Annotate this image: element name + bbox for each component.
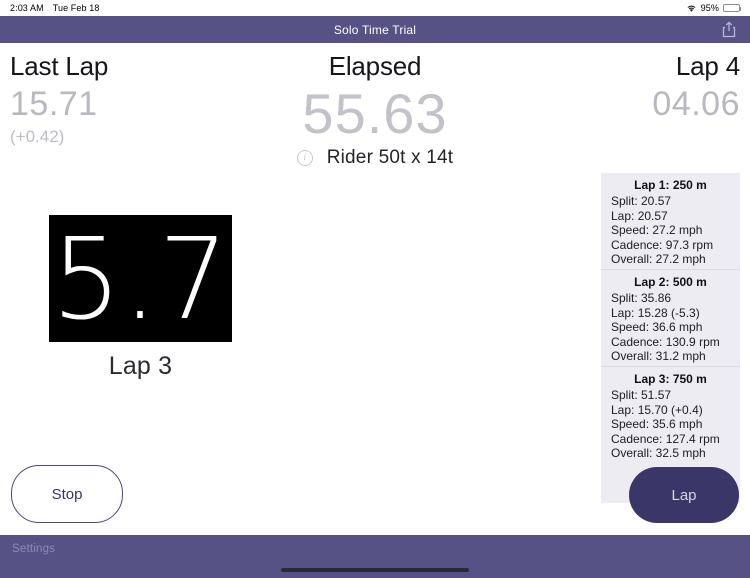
- lap-overall: Overall: 31.2 mph: [611, 349, 706, 364]
- lap-split: Split: 20.57: [611, 194, 672, 208]
- status-time: 2:03 AM: [10, 3, 44, 13]
- wifi-icon: [686, 4, 697, 13]
- current-lap-label: Lap 4: [675, 51, 740, 81]
- lap-split: Split: 51.57: [611, 387, 672, 402]
- speed-caption: Lap 3: [108, 352, 173, 380]
- page-title: Solo Time Trial: [333, 22, 417, 37]
- speed-display: 5.7 Lap 3: [49, 215, 232, 381]
- lap-cadence: Cadence: 127.4 rpm: [611, 431, 720, 446]
- lap-time: Lap: 20.57: [611, 208, 668, 223]
- info-circle-icon[interactable]: i: [296, 150, 313, 166]
- lap-title: Lap 3: 750 m: [634, 371, 707, 386]
- lap-time: Lap: 15.28 (-5.3): [611, 305, 700, 320]
- current-lap-block: Lap 4 04.06: [497, 49, 740, 125]
- status-bar-right: 95%: [686, 3, 741, 13]
- lap-split: Split: 35.86: [611, 290, 672, 305]
- share-icon[interactable]: [720, 20, 738, 40]
- lap-list-item[interactable]: Lap 3: 750 m Split: 51.57 Lap: 15.70 (+0…: [601, 367, 740, 463]
- lap-speed: Speed: 35.6 mph: [611, 417, 703, 432]
- lap-list-item[interactable]: Lap 2: 500 m Split: 35.86 Lap: 15.28 (-5…: [601, 270, 740, 367]
- main-content: Last Lap 15.71 (+0.42) Elapsed 55.63 i R…: [0, 43, 750, 535]
- elapsed-value: 55.63: [302, 82, 448, 145]
- status-date: Tue Feb 18: [52, 3, 100, 13]
- gear-info-row: i Rider 50t x 14t: [253, 147, 496, 169]
- lap-list-item[interactable]: Lap 1: 250 m Split: 20.57 Lap: 20.57 Spe…: [601, 173, 740, 270]
- current-lap-value: 04.06: [652, 85, 740, 123]
- last-lap-value: 15.71: [10, 85, 98, 123]
- last-lap-delta: (+0.42): [10, 127, 65, 146]
- lap-time: Lap: 15.70 (+0.4): [611, 402, 703, 417]
- elapsed-label: Elapsed: [328, 51, 422, 81]
- bottom-toolbar: Settings: [0, 535, 750, 562]
- lap-list-panel[interactable]: Lap 1: 250 m Split: 20.57 Lap: 20.57 Spe…: [601, 173, 740, 503]
- lap-button[interactable]: Lap: [629, 467, 739, 523]
- stats-row: Last Lap 15.71 (+0.42) Elapsed 55.63 i R…: [0, 43, 750, 169]
- last-lap-label: Last Lap: [10, 51, 109, 81]
- settings-button[interactable]: Settings: [12, 543, 55, 555]
- lap-title: Lap 1: 250 m: [634, 178, 707, 192]
- gear-ratio-label: Rider 50t x 14t: [326, 147, 454, 168]
- stop-button[interactable]: Stop: [11, 465, 123, 523]
- lap-cadence: Cadence: 97.3 rpm: [611, 237, 714, 252]
- lap-overall: Overall: 32.5 mph: [611, 446, 706, 461]
- lap-speed: Speed: 27.2 mph: [611, 223, 703, 238]
- home-indicator-area: [0, 562, 750, 578]
- battery-percent-label: 95%: [700, 3, 719, 13]
- battery-icon: [723, 4, 741, 12]
- lap-button-label: Lap: [671, 486, 697, 504]
- speed-value-box: 5.7: [49, 215, 232, 342]
- status-bar-left: 2:03 AM Tue Feb 18: [10, 3, 99, 13]
- home-indicator[interactable]: [281, 568, 469, 572]
- lap-overall: Overall: 27.2 mph: [611, 252, 706, 267]
- navigation-bar: Solo Time Trial: [0, 16, 750, 43]
- last-lap-block: Last Lap 15.71 (+0.42): [10, 49, 253, 149]
- elapsed-block: Elapsed 55.63 i Rider 50t x 14t: [253, 49, 496, 169]
- speed-value: 5.7: [51, 215, 230, 342]
- status-bar: 2:03 AM Tue Feb 18 95%: [0, 0, 750, 16]
- lap-cadence: Cadence: 130.9 rpm: [611, 334, 720, 349]
- lap-speed: Speed: 36.6 mph: [611, 320, 703, 335]
- lap-title: Lap 2: 500 m: [634, 274, 707, 289]
- stop-button-label: Stop: [51, 485, 83, 503]
